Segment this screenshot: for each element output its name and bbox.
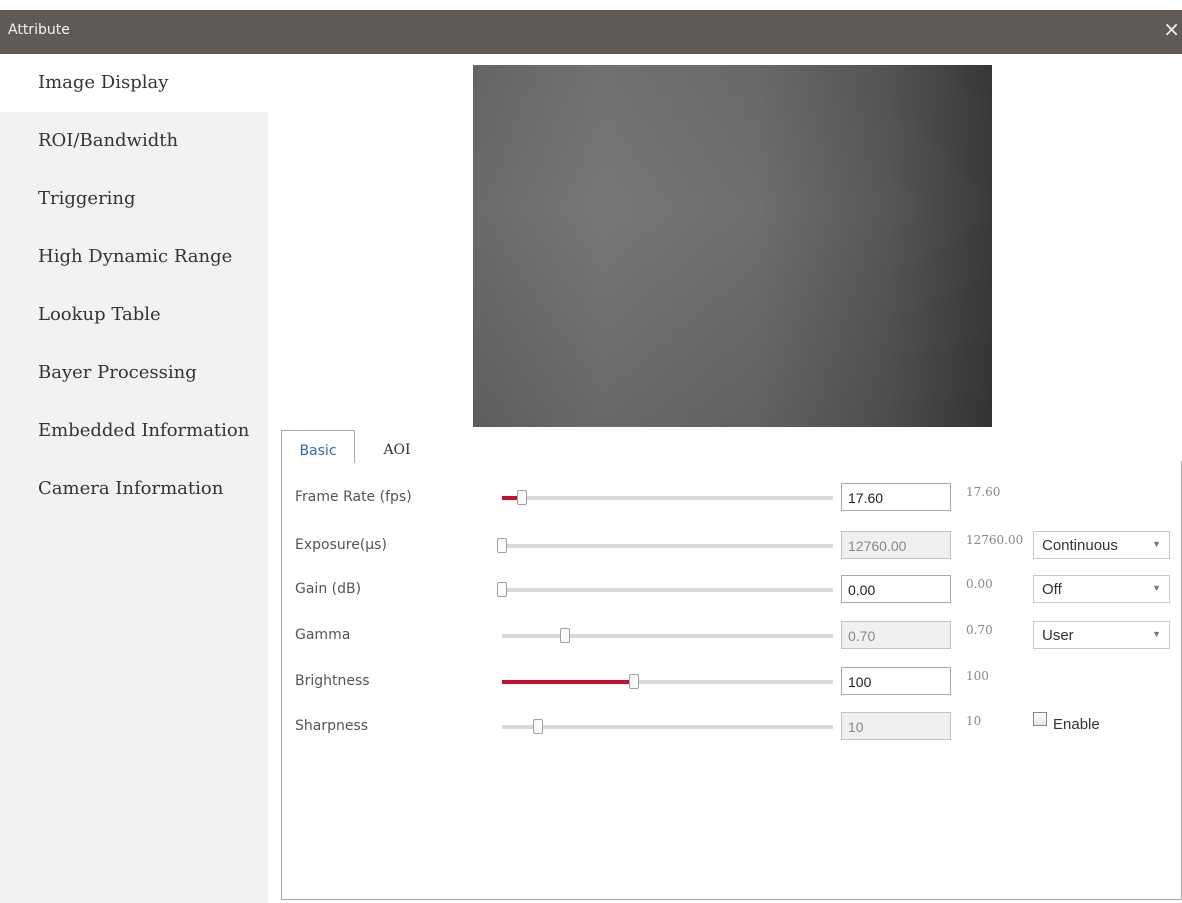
frame-rate-input[interactable]: 17.60 — [841, 483, 951, 511]
sharpness-slider-thumb[interactable] — [533, 719, 544, 734]
frame-rate-label: Frame Rate (fps) — [295, 489, 412, 505]
chevron-down-icon: ▼ — [1152, 629, 1161, 639]
sidebar-item-triggering[interactable]: Triggering — [0, 170, 268, 228]
exposure-current-value: 12760.00 — [966, 533, 1024, 547]
sidebar-item-bayer-processing[interactable]: Bayer Processing — [0, 344, 268, 402]
gamma-current-value: 0.70 — [966, 623, 993, 637]
gamma-mode-select[interactable]: User ▼ — [1033, 621, 1170, 649]
exposure-row: Exposure(µs) 12760.00 12760.00 Continuou… — [282, 531, 1181, 561]
gamma-slider[interactable] — [502, 628, 833, 643]
sidebar-item-camera-information[interactable]: Camera Information — [0, 460, 268, 518]
chevron-down-icon: ▼ — [1152, 583, 1161, 593]
sidebar-item-high-dynamic-range[interactable]: High Dynamic Range — [0, 228, 268, 286]
basic-settings-panel: Frame Rate (fps) 17.60 17.60 Exposure(µs… — [281, 461, 1182, 900]
brightness-slider-fill — [502, 680, 635, 684]
sidebar-item-embedded-information[interactable]: Embedded Information — [0, 402, 268, 460]
exposure-label: Exposure(µs) — [295, 537, 387, 553]
title-bar: Attribute × — [0, 10, 1182, 54]
sharpness-row: Sharpness 10 10 Enable — [282, 712, 1181, 742]
exposure-slider-thumb[interactable] — [497, 538, 507, 553]
gain-slider[interactable] — [497, 582, 833, 597]
gain-slider-thumb[interactable] — [497, 582, 507, 597]
exposure-mode-value: Continuous — [1042, 537, 1118, 554]
gamma-label: Gamma — [295, 627, 351, 643]
exposure-mode-select[interactable]: Continuous ▼ — [1033, 531, 1170, 559]
frame-rate-slider[interactable] — [502, 490, 833, 505]
gain-input[interactable]: 0.00 — [841, 575, 951, 603]
gain-row: Gain (dB) 0.00 0.00 Off ▼ — [282, 575, 1181, 605]
image-preview — [473, 65, 992, 427]
gain-current-value: 0.00 — [966, 577, 993, 591]
close-icon[interactable]: × — [1163, 19, 1180, 39]
window-title: Attribute — [8, 22, 70, 38]
brightness-current-value: 100 — [966, 669, 989, 683]
frame-rate-slider-thumb[interactable] — [516, 490, 527, 505]
brightness-input[interactable]: 100 — [841, 667, 951, 695]
brightness-slider[interactable] — [502, 674, 833, 689]
sidebar-item-lookup-table[interactable]: Lookup Table — [0, 286, 268, 344]
sharpness-input: 10 — [841, 712, 951, 740]
tab-basic[interactable]: Basic — [281, 430, 355, 463]
gain-label: Gain (dB) — [295, 581, 362, 597]
gamma-input: 0.70 — [841, 621, 951, 649]
sidebar: Image Display ROI/Bandwidth Triggering H… — [0, 54, 268, 903]
sharpness-enable-label: Enable — [1053, 716, 1100, 733]
sharpness-slider[interactable] — [502, 719, 833, 734]
sidebar-item-roi-bandwidth[interactable]: ROI/Bandwidth — [0, 112, 268, 170]
brightness-slider-thumb[interactable] — [629, 674, 640, 689]
sidebar-item-image-display[interactable]: Image Display — [0, 54, 268, 112]
gain-mode-value: Off — [1042, 581, 1062, 598]
tab-aoi[interactable]: AOI — [362, 430, 432, 462]
frame-rate-row: Frame Rate (fps) 17.60 17.60 — [282, 483, 1181, 513]
brightness-row: Brightness 100 100 — [282, 667, 1181, 697]
exposure-input: 12760.00 — [841, 531, 951, 559]
gain-mode-select[interactable]: Off ▼ — [1033, 575, 1170, 603]
sharpness-current-value: 10 — [966, 714, 982, 728]
brightness-label: Brightness — [295, 673, 370, 689]
gamma-mode-value: User — [1042, 627, 1074, 644]
chevron-down-icon: ▼ — [1152, 539, 1161, 549]
gamma-row: Gamma 0.70 0.70 User ▼ — [282, 621, 1181, 651]
checkbox-icon[interactable] — [1033, 712, 1047, 726]
gamma-slider-thumb[interactable] — [559, 628, 570, 643]
exposure-slider[interactable] — [497, 538, 833, 553]
frame-rate-current-value: 17.60 — [966, 485, 1001, 499]
sharpness-enable-checkbox[interactable]: Enable — [1033, 712, 1100, 740]
sharpness-label: Sharpness — [295, 718, 369, 734]
